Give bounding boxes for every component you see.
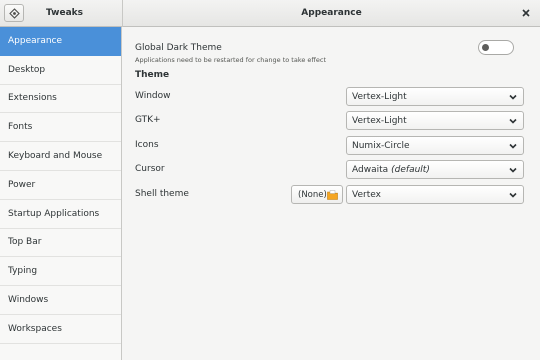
dark-theme-switch[interactable]	[478, 40, 514, 55]
tweaks-window: Tweaks Appearance Appearance Desktop Ext…	[0, 0, 540, 360]
dark-theme-note: Applications need to be restarted for ch…	[135, 56, 327, 64]
sidebar-item-workspaces[interactable]: Workspaces	[0, 315, 121, 344]
sidebar-item-fonts[interactable]: Fonts	[0, 113, 121, 143]
sidebar-item-keyboard-and-mouse[interactable]: Keyboard and Mouse	[0, 142, 121, 171]
folder-icon	[327, 190, 338, 200]
window-theme-value: Vertex-Light	[352, 91, 407, 102]
header-left: Tweaks	[0, 0, 123, 27]
gtk-theme-value: Vertex-Light	[352, 115, 407, 126]
cursor-theme-value: Adwaita	[352, 164, 389, 175]
gtk-theme-select[interactable]: Vertex-Light	[346, 111, 524, 130]
icons-theme-label: Icons	[135, 140, 159, 150]
chevron-down-icon	[509, 118, 517, 124]
sidebar-item-typing[interactable]: Typing	[0, 257, 121, 287]
sidebar-item-desktop[interactable]: Desktop	[0, 56, 121, 85]
window-theme-select[interactable]: Vertex-Light	[346, 87, 524, 106]
header-bar: Tweaks Appearance	[0, 0, 540, 27]
shell-theme-file-label: (None)	[298, 189, 327, 200]
app-title: Tweaks	[46, 8, 83, 18]
sidebar-item-appearance[interactable]: Appearance	[0, 27, 121, 56]
shell-theme-file-button[interactable]: (None)	[291, 185, 343, 204]
sidebar-item-extensions[interactable]: Extensions	[0, 85, 121, 114]
chevron-down-icon	[509, 143, 517, 149]
chevron-down-icon	[509, 94, 517, 100]
sidebar-item-power[interactable]: Power	[0, 171, 121, 200]
close-button[interactable]	[520, 7, 532, 19]
theme-heading: Theme	[135, 70, 170, 80]
gear-menu-icon	[8, 7, 20, 19]
icons-theme-value: Numix-Circle	[352, 140, 410, 151]
chevron-down-icon	[509, 167, 517, 173]
close-icon	[522, 9, 530, 17]
window-theme-label: Window	[135, 91, 171, 101]
sidebar: Appearance Desktop Extensions Fonts Keyb…	[0, 27, 122, 360]
icons-theme-select[interactable]: Numix-Circle	[346, 136, 524, 155]
appearance-panel: Global Dark Theme Applications need to b…	[123, 27, 540, 360]
panel-title: Appearance	[301, 8, 362, 18]
shell-theme-label: Shell theme	[135, 189, 189, 199]
shell-theme-value: Vertex	[352, 189, 381, 200]
cursor-theme-default-tag: (default)	[391, 164, 430, 175]
chevron-down-icon	[509, 192, 517, 198]
shell-theme-select[interactable]: Vertex	[346, 185, 524, 204]
sidebar-item-top-bar[interactable]: Top Bar	[0, 229, 121, 258]
cursor-theme-select[interactable]: Adwaita (default)	[346, 160, 524, 179]
app-menu-button[interactable]	[4, 4, 24, 22]
gtk-theme-label: GTK+	[135, 115, 161, 125]
sidebar-item-windows[interactable]: Windows	[0, 286, 121, 315]
dark-theme-label: Global Dark Theme	[135, 43, 222, 53]
sidebar-item-startup-applications[interactable]: Startup Applications	[0, 200, 121, 229]
switch-knob	[482, 44, 489, 51]
cursor-theme-label: Cursor	[135, 164, 165, 174]
